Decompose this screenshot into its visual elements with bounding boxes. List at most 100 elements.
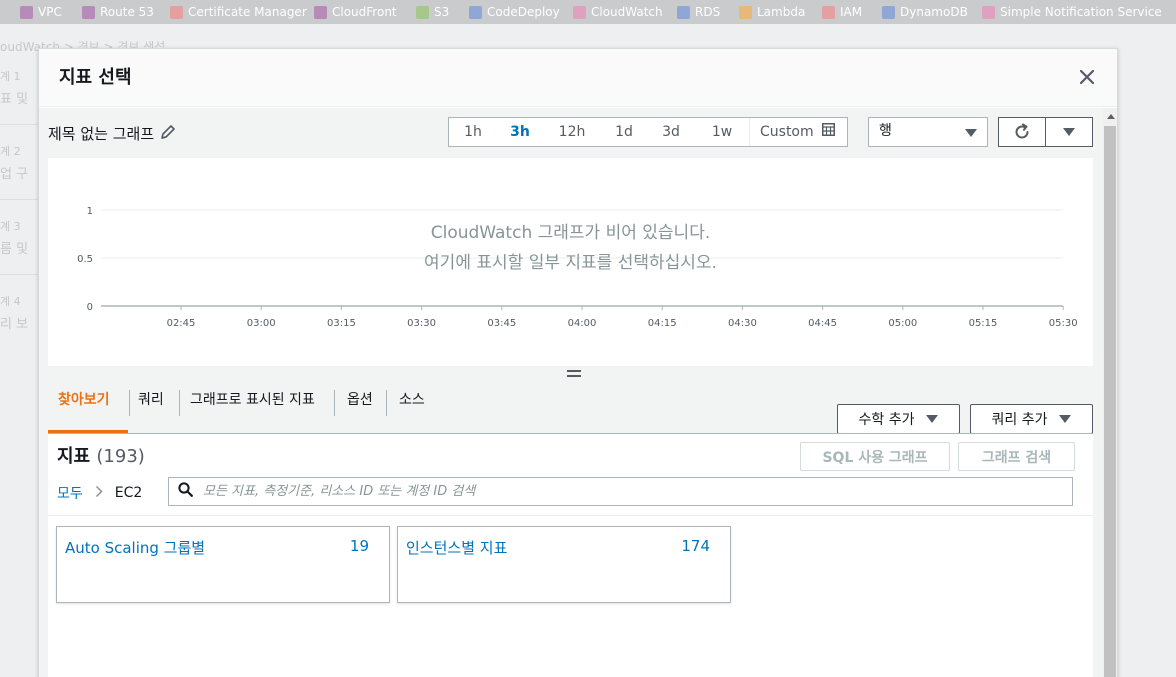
background-step-label: 리 보 (0, 317, 29, 332)
metric-category-card[interactable]: 인스턴스별 지표 174 (397, 526, 731, 603)
service-shortcut[interactable]: CloudWatch (573, 0, 663, 24)
service-shortcut-label: Lambda (757, 5, 806, 19)
background-divider (0, 124, 40, 125)
service-shortcut[interactable]: CloudFront (314, 0, 397, 24)
service-shortcut[interactable]: Route 53 (82, 0, 154, 24)
graph-title[interactable]: 제목 없는 그래프 (48, 123, 176, 144)
modal-body: 제목 없는 그래프 1h 3h 12h 1d 3d 1w Custom 행 1 … (39, 108, 1103, 677)
x-tick-label: 05:15 (969, 318, 998, 329)
service-shortcut-label: VPC (38, 5, 62, 19)
time-range-3h[interactable]: 3h (497, 118, 543, 146)
service-icon (20, 5, 33, 19)
chevron-right-icon (95, 485, 103, 502)
tab-graphed-metrics[interactable]: 그래프로 표시된 지표 (190, 384, 315, 433)
calendar-icon (821, 118, 835, 146)
x-tick-label: 04:00 (568, 318, 597, 329)
service-shortcut[interactable]: CodeDeploy (469, 0, 560, 24)
metric-category-card[interactable]: Auto Scaling 그룹별 19 (56, 526, 390, 603)
time-range-3d[interactable]: 3d (647, 118, 695, 146)
service-icon (739, 5, 752, 19)
x-tick-label: 02:45 (167, 318, 196, 329)
service-shortcut-label: CodeDeploy (487, 5, 560, 19)
service-shortcut[interactable]: Lambda (739, 0, 805, 24)
service-shortcut-bar: VPC Route 53 Certificate Manager CloudFront… (0, 0, 1176, 24)
service-shortcut-label: DynamoDB (900, 5, 968, 19)
x-tick-label: 03:15 (327, 318, 356, 329)
service-icon (822, 5, 835, 19)
metrics-count: (193) (96, 446, 145, 467)
refresh-button-group (998, 117, 1093, 147)
breadcrumb-current: EC2 (114, 485, 143, 501)
add-math-button[interactable]: 수학 추가 (837, 404, 960, 434)
tab-separator (129, 390, 130, 416)
x-tick-label: 03:30 (407, 318, 436, 329)
service-shortcut[interactable]: Simple Notification Service (982, 0, 1162, 24)
service-icon (677, 5, 690, 19)
edit-pencil-icon[interactable] (160, 124, 176, 144)
close-icon[interactable] (1077, 67, 1097, 87)
service-shortcut-label: Simple Notification Service (1000, 5, 1162, 19)
service-icon (82, 5, 95, 19)
time-range-1h[interactable]: 1h (449, 118, 497, 146)
add-math-label: 수학 추가 (858, 412, 915, 428)
refresh-options-dropdown[interactable] (1046, 118, 1092, 146)
caret-down-icon (1059, 415, 1072, 423)
graph-title-text: 제목 없는 그래프 (48, 125, 155, 143)
service-shortcut-label: CloudWatch (591, 5, 663, 19)
graph-view-select-value: 행 (879, 123, 892, 139)
x-tick-label: 04:30 (728, 318, 757, 329)
scrollbar-thumb[interactable] (1104, 126, 1116, 677)
service-shortcut[interactable]: VPC (20, 0, 62, 24)
service-shortcut[interactable]: RDS (677, 0, 720, 24)
metric-category-label: Auto Scaling 그룹별 (65, 539, 206, 557)
service-shortcut[interactable]: S3 (416, 0, 449, 24)
graph-empty-line-2: 여기에 표시할 일부 지표를 선택하십시오. (424, 253, 717, 273)
tab-browse[interactable]: 찾아보기 (48, 384, 128, 433)
breadcrumb-all[interactable]: 모두 (57, 483, 83, 503)
graph-search-button[interactable]: 그래프 검색 (958, 442, 1075, 471)
graph-area: 1 0.5 0 02:45 03:00 03:15 03:30 03:45 04:00 04:15… (48, 158, 1093, 366)
refresh-icon (1015, 123, 1029, 139)
time-range-12h[interactable]: 12h (543, 118, 601, 146)
tab-separator (179, 390, 180, 416)
service-shortcut[interactable]: IAM (822, 0, 862, 24)
sql-graph-button[interactable]: SQL 사용 그래프 (800, 442, 950, 471)
modal-scrollbar[interactable] (1103, 108, 1117, 677)
service-icon (469, 5, 482, 19)
time-range-1d[interactable]: 1d (601, 118, 647, 146)
service-shortcut[interactable]: Certificate Manager (170, 0, 307, 24)
background-step-num: 계 2 (0, 145, 21, 158)
metric-category-count: 174 (681, 537, 710, 555)
tab-query[interactable]: 쿼리 (138, 384, 164, 433)
modal-header: 지표 선택 (39, 49, 1117, 107)
refresh-button[interactable] (999, 118, 1046, 146)
add-query-button[interactable]: 쿼리 추가 (970, 404, 1093, 434)
metric-breadcrumb: 모두 EC2 (57, 483, 142, 503)
background-divider (0, 274, 40, 275)
background-step-num: 계 4 (0, 295, 21, 308)
service-icon (416, 5, 429, 19)
tab-source[interactable]: 소스 (399, 384, 425, 433)
graph-view-select[interactable]: 행 (868, 117, 988, 147)
service-icon (170, 5, 183, 19)
caret-down-icon (926, 415, 939, 423)
metrics-heading: 지표 (193) (57, 442, 145, 468)
graph-empty-line-1: CloudWatch 그래프가 비어 있습니다. (430, 223, 711, 243)
service-shortcut[interactable]: DynamoDB (882, 0, 968, 24)
time-range-custom[interactable]: Custom (749, 118, 846, 146)
metric-category-count: 19 (349, 537, 369, 555)
scroll-up-arrow-icon[interactable] (1107, 114, 1115, 119)
resize-handle[interactable] (567, 370, 581, 380)
tab-options[interactable]: 옵션 (347, 384, 373, 433)
service-shortcut-label: RDS (695, 5, 721, 19)
time-range-1w[interactable]: 1w (695, 118, 749, 146)
search-icon (178, 482, 193, 501)
service-icon (882, 5, 895, 19)
y-tick-label: 0 (87, 302, 93, 313)
metrics-panel: 지표 (193) SQL 사용 그래프 그래프 검색 모두 EC2 Au (48, 434, 1093, 677)
x-tick-label: 04:15 (648, 318, 677, 329)
x-tick-label: 05:00 (888, 318, 917, 329)
metric-search-input[interactable] (203, 484, 1063, 499)
metric-search-box (168, 477, 1073, 506)
background-step-label: 표 및 (0, 92, 29, 107)
